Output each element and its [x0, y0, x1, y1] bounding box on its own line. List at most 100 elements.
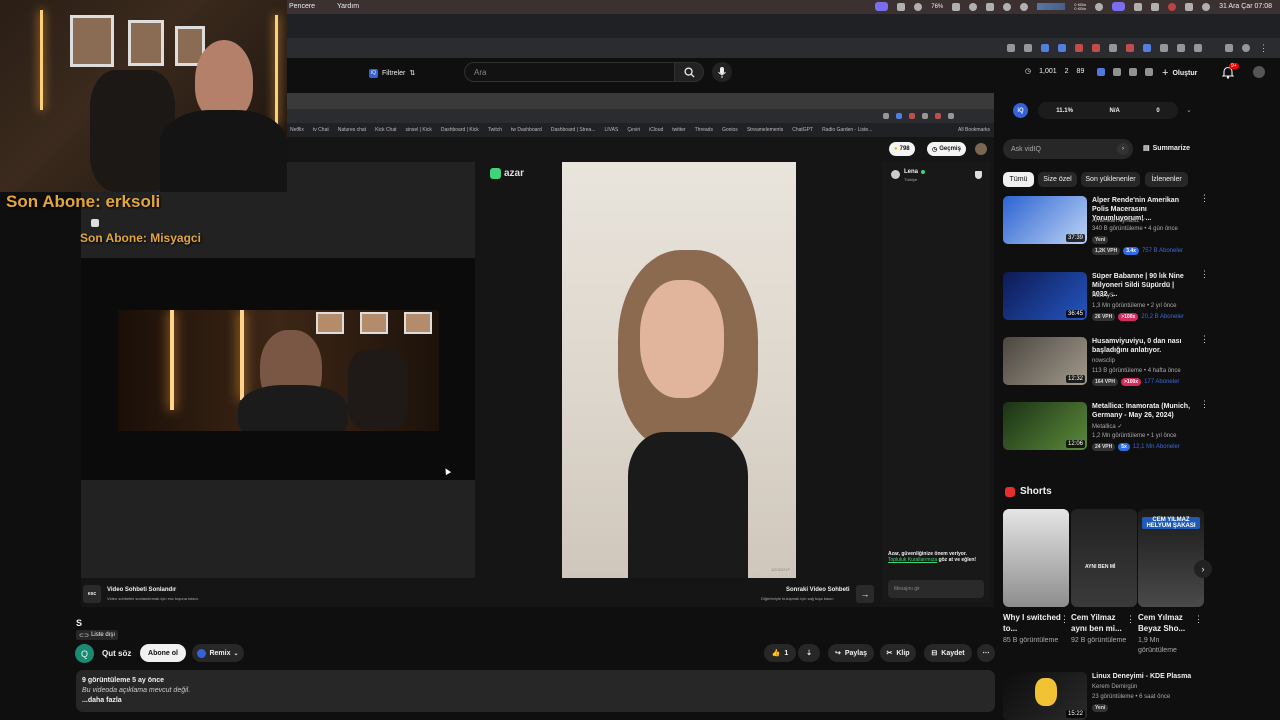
video-title[interactable]: Husamviyuviyu, 0 dan nası başladığını an… [1092, 337, 1192, 355]
video-thumbnail[interactable]: 37:39 [1003, 196, 1087, 244]
short-title[interactable]: Cem Yilmaz aynı ben mi... [1071, 612, 1133, 634]
shorts-next-button[interactable]: › [1194, 560, 1212, 578]
description-box[interactable]: 9 görüntüleme 5 ay önce Bu videoda açıkl… [76, 670, 995, 712]
ask-vidiq-input[interactable]: Ask vidIQ › [1003, 139, 1133, 159]
list-item[interactable]: 37:39 Alper Rende'nin Amerikan Polis Mac… [1003, 194, 1209, 255]
more-icon[interactable]: ⋮ [1200, 400, 1209, 409]
message-input[interactable]: Mesajını gir [888, 580, 984, 598]
puzzle-icon[interactable] [1194, 44, 1202, 52]
short-thumbnail[interactable]: AYNI BEN Mİ [1071, 509, 1137, 607]
cast-icon[interactable] [1007, 44, 1015, 52]
more-icon[interactable]: ⋮ [1060, 614, 1069, 625]
extension-icon[interactable] [1058, 44, 1066, 52]
avatar[interactable] [1253, 66, 1265, 78]
search-icon[interactable] [1185, 2, 1194, 11]
shield-icon[interactable] [1177, 44, 1185, 52]
chip-all[interactable]: Tümü [1003, 172, 1034, 187]
wifi-icon[interactable] [1151, 2, 1160, 11]
trophy-icon[interactable] [1129, 68, 1137, 76]
browser-menu-icon[interactable]: ⋮ [1259, 43, 1268, 54]
more-icon[interactable]: ⋮ [1126, 614, 1135, 625]
video-title[interactable]: Linux Deneyimi - KDE Plasma [1092, 672, 1192, 681]
bookmark-star-icon[interactable] [1024, 44, 1032, 52]
video-channel[interactable]: nowsclip [1092, 358, 1115, 364]
video-channel[interactable]: Metallica ✓ [1092, 423, 1122, 430]
battery-icon[interactable] [952, 2, 961, 11]
clip-button[interactable]: ✂ Klip [880, 644, 916, 662]
share-button[interactable]: ↪ Paylaş [828, 644, 874, 662]
gems-button[interactable]: ● 798 [889, 142, 915, 156]
extension-icon[interactable] [1092, 44, 1100, 52]
screen-share-icon[interactable] [1112, 2, 1126, 11]
dislike-button[interactable]: ⇣ [798, 644, 820, 662]
short-thumbnail[interactable]: CEM YILMAZ HELYUM ŞAKASI [1138, 509, 1204, 607]
globe-icon[interactable] [1020, 2, 1029, 11]
record-status-icon[interactable] [1168, 2, 1177, 11]
link-icon[interactable] [1145, 68, 1153, 76]
esc-key[interactable]: esc [83, 585, 101, 603]
extension-icon[interactable] [1126, 44, 1134, 52]
chevron-down-icon[interactable]: ⌄ [1186, 106, 1192, 114]
video-thumbnail[interactable]: 36:45 [1003, 272, 1087, 320]
clock[interactable]: 31 Ara Çar 07:08 [1219, 3, 1272, 10]
chip-for-you[interactable]: Size özel [1038, 172, 1077, 187]
arrow-right-icon[interactable]: › [1117, 143, 1129, 155]
display-icon[interactable] [986, 2, 995, 11]
stats-icon[interactable] [1113, 68, 1121, 76]
video-thumbnail[interactable]: 15:22 [1003, 672, 1087, 720]
notifications-button[interactable]: 9+ [1222, 63, 1239, 80]
list-item[interactable]: 12:32 Husamviyuviyu, 0 dan nası başladığ… [1003, 335, 1209, 395]
like-button[interactable]: 👍 1 [764, 644, 796, 662]
extension-icon[interactable] [1109, 44, 1117, 52]
video-thumbnail[interactable]: 12:32 [1003, 337, 1087, 385]
short-title[interactable]: Cem Yılmaz Beyaz Sho... [1138, 612, 1200, 634]
summarize-button[interactable]: ▤ Summarize [1143, 144, 1190, 153]
video-title[interactable]: Metallica: Inamorata (Munich, Germany - … [1092, 402, 1192, 420]
short-thumbnail[interactable] [1003, 509, 1069, 607]
report-shield-icon[interactable] [975, 171, 982, 179]
extension-icon[interactable] [1143, 44, 1151, 52]
chip-recent[interactable]: Son yüklenenler [1081, 172, 1140, 187]
extension-icon[interactable] [1075, 44, 1083, 52]
tray-app-icon[interactable] [897, 2, 906, 11]
more-icon[interactable]: ⋮ [1200, 270, 1209, 279]
history-button[interactable]: ◷ Geçmiş [927, 142, 966, 156]
control-center-icon[interactable] [1134, 2, 1143, 11]
profile-icon[interactable] [1242, 44, 1250, 52]
channel-name[interactable]: Qut söz [102, 649, 131, 658]
list-item[interactable]: 12:06 Metallica: Inamorata (Munich, Germ… [1003, 400, 1209, 460]
vidiq-icon[interactable]: iQ [1013, 103, 1028, 118]
azar-avatar[interactable] [975, 143, 987, 155]
video-thumbnail[interactable]: 12:06 [1003, 402, 1087, 450]
more-actions-button[interactable]: ⋯ [977, 644, 995, 662]
bluetooth-icon[interactable] [1003, 2, 1012, 11]
video-channel[interactable]: HanAyS [1092, 293, 1114, 299]
sidebar-icon[interactable] [1225, 44, 1233, 52]
list-item[interactable]: 15:22 Linux Deneyimi - KDE Plasma Kerem … [1003, 672, 1203, 720]
remix-button[interactable]: Remix ⌄ [192, 644, 244, 662]
timer-icon[interactable] [914, 2, 923, 11]
extension-icon[interactable] [1160, 44, 1168, 52]
more-icon[interactable]: ⋮ [1200, 672, 1203, 679]
menu-help[interactable]: Yardım [337, 3, 359, 10]
siri-icon[interactable] [1202, 2, 1211, 11]
video-channel[interactable]: Amerikalı Aynasiz ✓ [1092, 217, 1146, 224]
voice-search-button[interactable] [712, 62, 732, 82]
chip-watched[interactable]: İzlenenler [1145, 172, 1188, 187]
menu-window[interactable]: Pencere [289, 3, 315, 10]
save-button[interactable]: ⊟ Kaydet [924, 644, 972, 662]
recording-icon[interactable] [875, 2, 889, 11]
search-button[interactable] [674, 62, 704, 82]
search-input[interactable]: Ara [464, 62, 674, 82]
channel-avatar[interactable]: Q [75, 644, 94, 663]
more-icon[interactable]: ⋮ [1200, 194, 1209, 203]
moon-icon[interactable] [969, 2, 978, 11]
filters-button[interactable]: iQ Filtreler ⇅ [369, 65, 415, 81]
community-guidelines-link[interactable]: Topluluk Kurallarımıza [888, 557, 937, 563]
more-icon[interactable]: ⋮ [1194, 614, 1203, 625]
create-button[interactable]: + Oluştur [1162, 64, 1197, 82]
description-more[interactable]: ...daha fazla [82, 696, 989, 706]
short-title[interactable]: Why I switched to... [1003, 612, 1065, 634]
subscribe-button[interactable]: Abone ol [140, 644, 186, 662]
video-channel[interactable]: Kerem Demirgün [1092, 684, 1137, 690]
